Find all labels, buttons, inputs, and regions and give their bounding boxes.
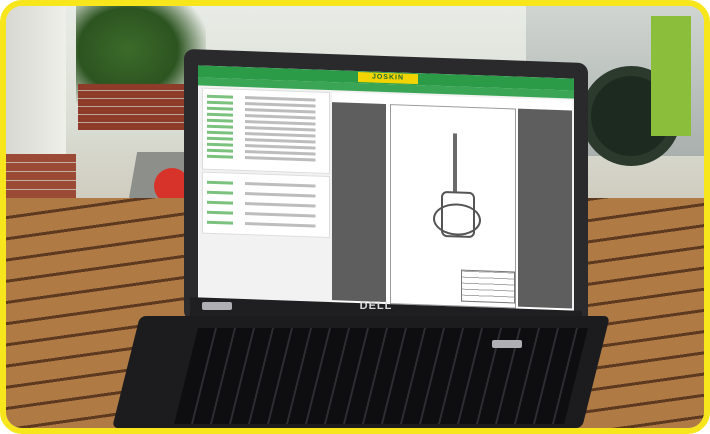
list-item[interactable] (207, 154, 325, 162)
photo-scene: JOSKIN DELL (6, 6, 704, 428)
document-viewer[interactable] (332, 92, 572, 313)
viewer-margin-left (332, 102, 386, 302)
photo-frame: JOSKIN DELL (0, 0, 710, 434)
parts-list-panel (202, 87, 330, 175)
list-item[interactable] (207, 220, 325, 228)
cart-panel (202, 171, 330, 239)
app-logo: JOSKIN (358, 72, 418, 85)
list-item[interactable] (207, 190, 325, 198)
brick-planter (78, 84, 193, 130)
laptop-screen: JOSKIN (198, 65, 574, 317)
laptop-brand-logo: DELL (359, 300, 393, 312)
technical-drawing[interactable] (390, 104, 516, 309)
list-item[interactable] (207, 210, 325, 218)
valve-stem (453, 133, 457, 192)
list-item[interactable] (207, 200, 325, 208)
app-subtitle (362, 83, 422, 93)
green-machine-part (651, 16, 691, 136)
list-item[interactable] (207, 180, 325, 188)
laptop-keyboard[interactable] (174, 328, 588, 424)
viewer-margin-right (518, 108, 572, 309)
laptop-hinge-left (202, 302, 232, 310)
laptop-hinge-right (492, 340, 522, 348)
drawing-title-block (461, 269, 515, 304)
